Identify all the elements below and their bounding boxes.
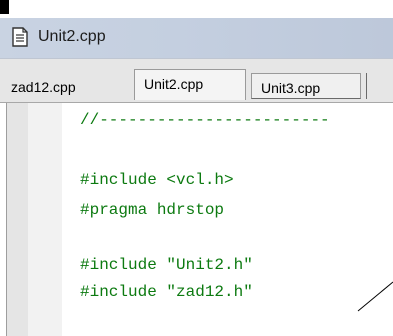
corner-mark xyxy=(0,0,9,14)
tab-unit3-cpp[interactable]: Unit3.cpp xyxy=(251,73,361,99)
top-strip xyxy=(0,0,393,18)
code-line-6[interactable]: #include "Unit2.h" xyxy=(80,256,253,274)
document-icon xyxy=(12,27,28,47)
code-editor[interactable]: //------------------------ #include <vcl… xyxy=(0,102,393,336)
code-line-7[interactable]: #include "zad12.h" xyxy=(80,283,253,301)
margin-gutter xyxy=(28,103,62,336)
line-gutter xyxy=(6,103,29,336)
tab-bar: zad12.cpp Unit2.cpp Unit3.cpp xyxy=(0,58,393,103)
title-bar: Unit2.cpp xyxy=(0,18,393,58)
code-line-1[interactable]: //------------------------ xyxy=(80,111,330,129)
tab-zad12-cpp[interactable]: zad12.cpp xyxy=(2,73,132,99)
code-line-3[interactable]: #include <vcl.h> xyxy=(80,171,234,189)
code-line-4[interactable]: #pragma hdrstop xyxy=(80,201,224,219)
editor-window: Unit2.cpp zad12.cpp Unit2.cpp Unit3.cpp … xyxy=(0,18,393,336)
window-title: Unit2.cpp xyxy=(38,28,106,45)
tab-divider xyxy=(366,73,367,99)
tab-unit2-cpp[interactable]: Unit2.cpp xyxy=(134,69,246,100)
